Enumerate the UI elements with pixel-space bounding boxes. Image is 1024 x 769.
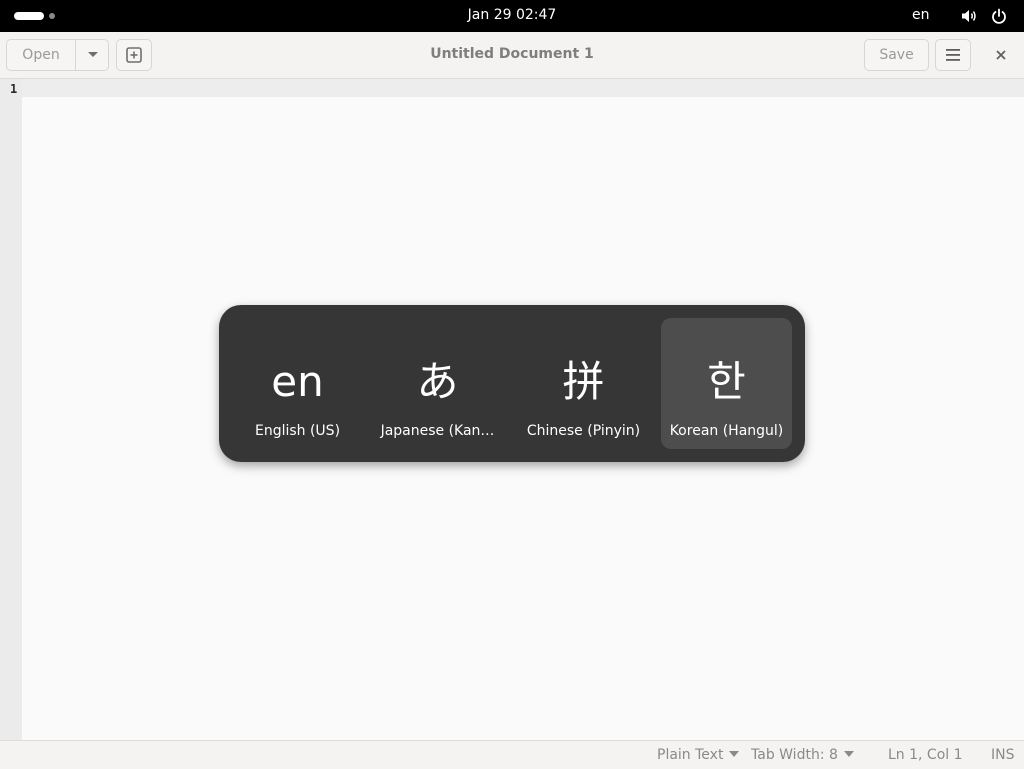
new-tab-icon: [126, 47, 142, 63]
input-source-english[interactable]: en English (US): [232, 318, 363, 449]
save-button[interactable]: Save: [864, 39, 929, 71]
source-symbol: あ: [416, 357, 459, 406]
close-icon: [996, 50, 1006, 60]
input-source-switcher: en English (US) あ Japanese (Kan… 拼 Chine…: [219, 305, 805, 462]
main-menu-button[interactable]: [935, 39, 971, 71]
source-symbol: en: [271, 357, 324, 406]
source-name: Chinese (Pinyin): [526, 423, 641, 439]
input-source-indicator[interactable]: en: [912, 7, 930, 23]
cursor-position[interactable]: Ln 1, Col 1: [888, 747, 963, 763]
close-window-button[interactable]: [985, 39, 1017, 71]
status-bar: Plain Text Tab Width: 8 Ln 1, Col 1 INS: [0, 740, 1024, 769]
current-line-highlight: [22, 79, 1024, 97]
open-button[interactable]: Open: [7, 40, 75, 70]
chevron-down-icon: [88, 52, 98, 57]
clock[interactable]: Jan 29 02:47: [0, 7, 1024, 23]
chevron-down-icon: [729, 751, 740, 757]
source-name: Japanese (Kan…: [380, 423, 495, 439]
volume-icon[interactable]: [961, 8, 977, 24]
tab-width-label: Tab Width: 8: [751, 747, 838, 763]
new-tab-button[interactable]: [116, 39, 152, 71]
document-title: Untitled Document 1: [430, 46, 594, 62]
source-name: English (US): [254, 423, 341, 439]
top-bar: Jan 29 02:47 en: [0, 0, 1024, 32]
chevron-down-icon: [843, 751, 854, 757]
insert-mode-indicator: INS: [991, 747, 1015, 763]
input-source-japanese[interactable]: あ Japanese (Kan…: [372, 318, 503, 449]
open-recent-dropdown-button[interactable]: [76, 40, 110, 70]
tab-width-selector[interactable]: Tab Width: 8: [751, 747, 854, 763]
header-bar: Open Untitled Document 1 Save: [0, 32, 1024, 79]
hamburger-menu-icon: [946, 49, 960, 61]
power-icon[interactable]: [991, 8, 1007, 24]
line-number-gutter: [0, 79, 22, 740]
input-source-chinese[interactable]: 拼 Chinese (Pinyin): [518, 318, 649, 449]
source-symbol: 한: [707, 357, 746, 406]
language-label: Plain Text: [657, 747, 724, 763]
source-name: Korean (Hangul): [669, 423, 784, 439]
input-source-korean[interactable]: 한 Korean (Hangul): [661, 318, 792, 449]
language-selector[interactable]: Plain Text: [657, 747, 740, 763]
line-number: 1: [10, 82, 18, 96]
open-button-group: Open: [6, 39, 109, 71]
source-symbol: 拼: [562, 357, 605, 406]
